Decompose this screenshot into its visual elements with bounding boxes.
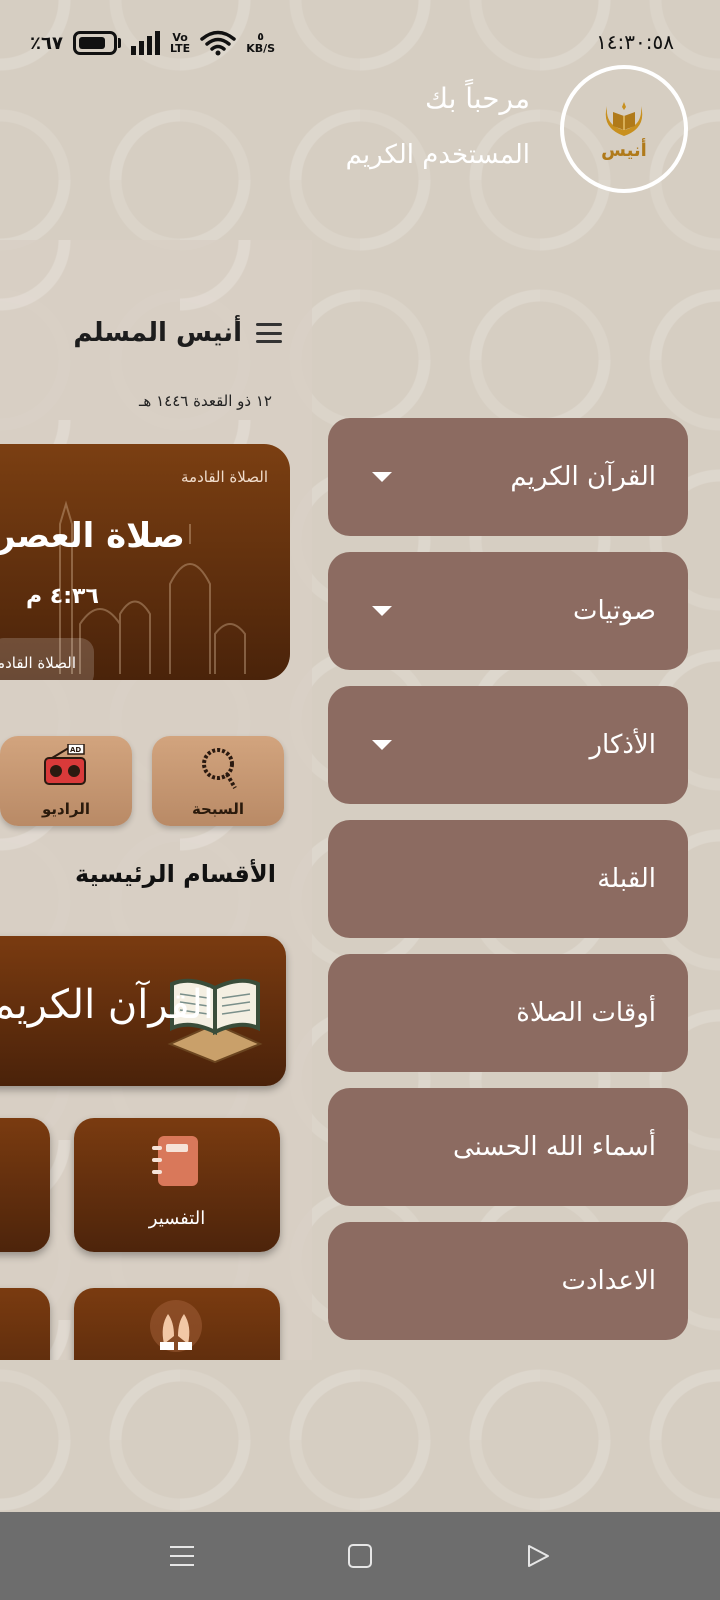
svg-text:AD: AD <box>70 746 81 754</box>
radio-label: الراديو <box>42 800 90 818</box>
drawer-item-label: القبلة <box>597 864 656 894</box>
drawer-item-label: الاعدادت <box>561 1266 657 1296</box>
notebook-icon <box>152 1136 198 1186</box>
drawer-item-qibla[interactable]: القبلة <box>328 820 688 938</box>
prayer-time: ٤:٣٦ م <box>26 584 99 609</box>
drawer-item-prayer-times[interactable]: أوقات الصلاة <box>328 954 688 1072</box>
welcome-text: مرحباً بك <box>424 82 530 115</box>
quran-banner-title: القرآن الكريم <box>0 982 215 1028</box>
section-tile[interactable] <box>0 1118 50 1252</box>
drawer-item-label: الأذكار <box>589 730 657 760</box>
hijri-date: ١٢ ذو القعدة ١٤٤٦ هـ <box>139 392 272 410</box>
praying-hands-icon <box>150 1300 202 1352</box>
square-icon <box>348 1544 372 1568</box>
sections-title: الأقسام الرئيسية <box>75 860 276 888</box>
drawer-item-label: أسماء الله الحسنى <box>452 1132 656 1162</box>
tafsir-tile[interactable]: التفسير <box>74 1118 280 1252</box>
drawer-item-names-of-allah[interactable]: أسماء الله الحسنى <box>328 1088 688 1206</box>
drawer-item-settings[interactable]: الاعدادت <box>328 1222 688 1340</box>
recent-apps-button[interactable] <box>162 1536 202 1576</box>
radio-button[interactable]: AD الراديو <box>0 736 132 826</box>
volte-icon: Vo LTE <box>169 31 191 55</box>
user-name: المستخدم الكريم <box>345 140 530 170</box>
app-title: أنيس المسلم <box>73 318 242 348</box>
battery-tip <box>117 38 121 48</box>
app-title-bar: أنيس المسلم <box>73 318 282 348</box>
dua-tile[interactable] <box>74 1288 280 1360</box>
chevron-down-icon <box>372 606 392 616</box>
prayer-beads-icon <box>202 748 237 789</box>
tasbih-button[interactable]: السبحة <box>152 736 284 826</box>
drawer-item-quran[interactable]: القرآن الكريم <box>328 418 688 536</box>
crescent-book-icon <box>605 101 643 136</box>
home-button[interactable] <box>340 1536 380 1576</box>
chevron-down-icon <box>372 740 392 750</box>
drawer-item-audio[interactable]: صوتيات <box>328 552 688 670</box>
drawer-item-label: صوتيات <box>573 596 656 626</box>
battery-icon <box>72 31 117 55</box>
triangle-back-icon <box>528 1545 549 1567</box>
battery-percent: ٪٦٧ <box>30 32 63 54</box>
tasbih-label: السبحة <box>191 800 245 818</box>
quran-banner[interactable]: القرآن الكريم <box>0 936 286 1086</box>
clock: ١٤:٣٠:٥٨ <box>596 30 674 54</box>
drawer-item-label: القرآن الكريم <box>510 462 656 492</box>
wifi-icon <box>200 30 236 56</box>
section-tile[interactable] <box>0 1288 50 1360</box>
network-speed: ٥ KB/S <box>246 30 276 55</box>
signal-icon <box>130 31 160 55</box>
chevron-down-icon <box>372 472 392 482</box>
radio-icon: AD <box>44 744 86 785</box>
tafsir-label: التفسير <box>148 1208 206 1229</box>
menu-icon[interactable] <box>256 323 282 343</box>
next-prayer-card[interactable]: الصلاة القادمة صلاة العصر ٤:٣٦ م الصلاة … <box>0 444 290 680</box>
drawer-item-label: أوقات الصلاة <box>516 998 656 1028</box>
logo-text: أنيس <box>601 139 647 161</box>
app-home-screen: أنيس المسلم ١٢ ذو القعدة ١٤٤٦ هـ الصلاة … <box>0 240 312 1360</box>
next-prayer-label: الصلاة القادمة <box>181 468 268 486</box>
prayer-name: صلاة العصر <box>0 516 185 556</box>
back-button[interactable] <box>518 1536 558 1576</box>
system-nav-bar <box>0 1512 720 1600</box>
drawer-item-adhkar[interactable]: الأذكار <box>328 686 688 804</box>
next-prayer-button[interactable]: الصلاة القادمة <box>0 638 94 680</box>
menu-lines-icon <box>170 1546 194 1566</box>
app-logo-avatar: أنيس <box>560 65 688 193</box>
